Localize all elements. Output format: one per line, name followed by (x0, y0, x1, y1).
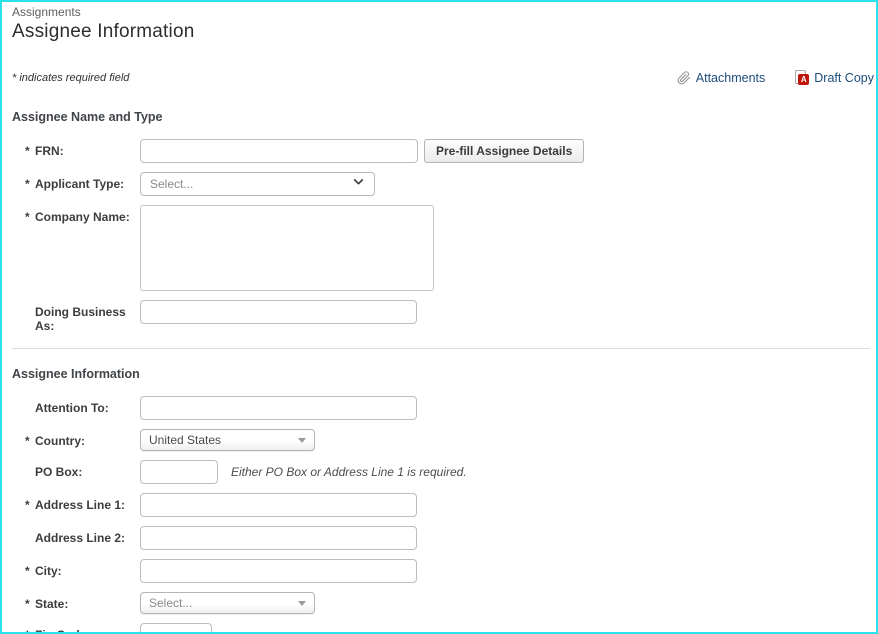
zip-code-label: * Zip Code: (12, 623, 140, 634)
draft-copy-link[interactable]: A Draft Copy (795, 70, 874, 85)
assignee-name-and-type-section: * FRN: Pre-fill Assignee Details * Appli… (12, 139, 876, 333)
applicant-type-select[interactable]: Select... (140, 172, 375, 196)
po-box-row: PO Box: Either PO Box or Address Line 1 … (12, 460, 876, 484)
country-label-text: Country: (35, 434, 85, 448)
country-select[interactable]: United States (140, 429, 315, 451)
doing-business-as-row: Doing Business As: (12, 300, 876, 333)
section-heading-assignee-name-and-type: Assignee Name and Type (12, 110, 876, 124)
state-label-text: State: (35, 597, 68, 611)
city-label-text: City: (35, 564, 62, 578)
breadcrumb: Assignments (12, 5, 876, 19)
state-select-value: Select... (149, 596, 192, 610)
chevron-down-icon (352, 175, 365, 193)
draft-copy-link-label: Draft Copy (814, 71, 874, 85)
frn-input[interactable] (140, 139, 418, 163)
country-row: * Country: United States (12, 429, 876, 451)
required-marker: * (25, 144, 30, 158)
state-select[interactable]: Select... (140, 592, 315, 614)
required-field-note: * indicates required field (12, 72, 129, 84)
zip-code-row: * Zip Code: (12, 623, 876, 634)
attention-to-label: Attention To: (12, 396, 140, 415)
meta-row: * indicates required field Attachments A… (12, 70, 876, 85)
country-select-value: United States (149, 433, 221, 447)
company-name-label-text: Company Name: (35, 210, 130, 224)
applicant-type-label: * Applicant Type: (12, 172, 140, 191)
address-line-1-label-text: Address Line 1: (35, 498, 125, 512)
applicant-type-select-value: Select... (150, 177, 193, 191)
state-label: * State: (12, 592, 140, 611)
page-title: Assignee Information (12, 21, 876, 43)
company-name-label: * Company Name: (12, 205, 140, 224)
country-label: * Country: (12, 429, 140, 448)
assignee-information-section: Attention To: * Country: United States P… (12, 396, 876, 634)
address-line-1-input[interactable] (140, 493, 417, 517)
city-input[interactable] (140, 559, 417, 583)
attachments-link[interactable]: Attachments (677, 71, 765, 85)
address-line-1-label: * Address Line 1: (12, 493, 140, 512)
document-links: Attachments A Draft Copy (677, 70, 874, 85)
required-marker: * (25, 177, 30, 191)
po-box-input[interactable] (140, 460, 218, 484)
attention-to-row: Attention To: (12, 396, 876, 420)
applicant-type-label-text: Applicant Type: (35, 177, 124, 191)
city-row: * City: (12, 559, 876, 583)
attention-to-label-text: Attention To: (35, 401, 109, 415)
state-row: * State: Select... (12, 592, 876, 614)
frn-row: * FRN: Pre-fill Assignee Details (12, 139, 876, 163)
city-label: * City: (12, 559, 140, 578)
zip-code-label-text: Zip Code: (35, 628, 90, 634)
address-line-2-label-text: Address Line 2: (35, 531, 125, 545)
attention-to-input[interactable] (140, 396, 417, 420)
address-line-1-row: * Address Line 1: (12, 493, 876, 517)
section-divider (12, 348, 870, 349)
doing-business-as-label: Doing Business As: (12, 300, 140, 333)
required-marker: * (25, 597, 30, 611)
prefill-assignee-details-button[interactable]: Pre-fill Assignee Details (424, 139, 584, 163)
pdf-icon: A (795, 70, 809, 85)
required-marker: * (25, 628, 30, 634)
po-box-note: Either PO Box or Address Line 1 is requi… (231, 465, 467, 479)
dropdown-arrow-icon (298, 601, 306, 606)
section-heading-assignee-information: Assignee Information (12, 367, 876, 381)
company-name-row: * Company Name: (12, 205, 876, 291)
paperclip-icon (677, 71, 691, 85)
zip-code-input[interactable] (140, 623, 212, 634)
po-box-label: PO Box: (12, 460, 140, 479)
required-marker: * (25, 210, 30, 224)
dropdown-arrow-icon (298, 438, 306, 443)
frn-label: * FRN: (12, 139, 140, 158)
po-box-label-text: PO Box: (35, 465, 82, 479)
doing-business-as-label-text: Doing Business As: (35, 305, 126, 333)
address-line-2-label: Address Line 2: (12, 526, 140, 545)
applicant-type-row: * Applicant Type: Select... (12, 172, 876, 196)
address-line-2-row: Address Line 2: (12, 526, 876, 550)
address-line-2-input[interactable] (140, 526, 417, 550)
company-name-textarea[interactable] (140, 205, 434, 291)
frn-label-text: FRN: (35, 144, 64, 158)
required-marker: * (25, 564, 30, 578)
doing-business-as-input[interactable] (140, 300, 417, 324)
required-marker: * (25, 434, 30, 448)
assignee-information-page: Assignments Assignee Information * indic… (0, 0, 878, 634)
attachments-link-label: Attachments (696, 71, 765, 85)
required-marker: * (25, 498, 30, 512)
